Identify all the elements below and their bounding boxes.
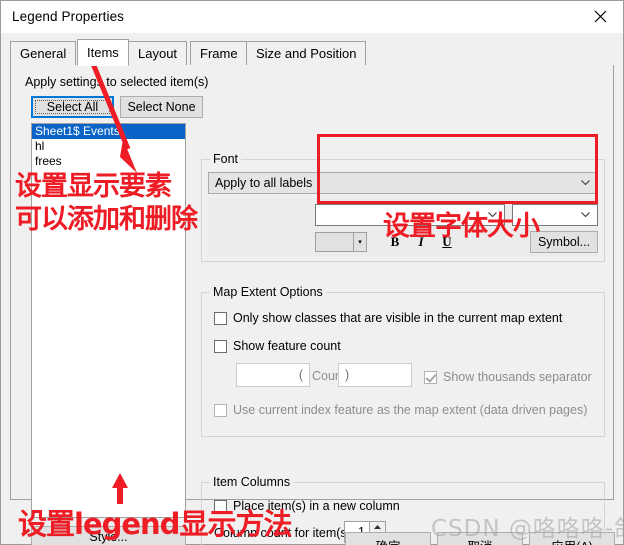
ok-button[interactable]: 确定 (345, 532, 431, 545)
checkbox-box (214, 339, 227, 353)
symbol-button-label: Symbol... (537, 235, 591, 249)
apply-to-labels-select[interactable]: Apply to all labels (208, 172, 598, 194)
checkbox-box (214, 403, 227, 417)
count-prefix-value: ( (298, 368, 303, 382)
count-prefix-input[interactable]: ( (236, 363, 310, 387)
chevron-down-icon (581, 180, 590, 186)
select-none-label: Select None (127, 100, 196, 114)
select-all-label: Select All (35, 100, 110, 114)
tab-size-and-position[interactable]: Size and Position (246, 41, 367, 66)
chevron-down-icon[interactable]: ▾ (354, 233, 366, 251)
font-name-select[interactable] (315, 204, 505, 226)
italic-button[interactable]: I (410, 231, 432, 253)
select-none-button[interactable]: Select None (120, 96, 203, 118)
tab-label: Size and Position (256, 46, 357, 61)
checkbox-box (214, 499, 227, 513)
bold-button[interactable]: B (384, 231, 406, 253)
title-bar: Legend Properties (1, 1, 623, 33)
apply-button-label: 应用(A) (551, 536, 593, 545)
tab-label: Items (87, 45, 119, 60)
italic-label: I (418, 234, 424, 249)
checkbox-box (424, 370, 437, 384)
show-thousands-separator-checkbox[interactable]: Show thousands separator (424, 370, 592, 384)
item-columns-group-title: Item Columns (210, 475, 294, 489)
symbol-button[interactable]: Symbol... (530, 231, 598, 253)
cancel-button-label: 取消 (467, 536, 492, 545)
count-suffix-input[interactable]: ) (338, 363, 412, 387)
place-in-new-column-checkbox[interactable]: Place item(s) in a new column (214, 499, 400, 513)
select-all-text: Select All (46, 100, 99, 114)
tab-label: Layout (138, 46, 178, 61)
list-item[interactable]: hl (32, 139, 185, 154)
tab-frame[interactable]: Frame (190, 41, 248, 66)
checkbox-box (214, 311, 227, 325)
apply-to-labels-value: Apply to all labels (215, 176, 313, 190)
font-color-button[interactable]: ▾ (315, 232, 367, 252)
font-group-title: Font (210, 152, 242, 166)
window-title: Legend Properties (12, 9, 125, 24)
use-index-feature-extent-checkbox[interactable]: Use current index feature as the map ext… (214, 403, 587, 417)
column-count-label: Column count for item(s) (214, 526, 351, 540)
apply-settings-label: Apply settings to selected item(s) (25, 75, 209, 89)
only-show-visible-classes-label: Only show classes that are visible in th… (233, 311, 563, 325)
underline-label: U (442, 234, 452, 249)
tab-label: General (20, 46, 67, 61)
tab-strip: General Items Layout Frame Size and Posi… (10, 39, 614, 66)
bold-label: B (390, 234, 400, 249)
chevron-down-icon (581, 212, 590, 218)
tab-items[interactable]: Items (77, 39, 129, 66)
close-icon[interactable] (578, 1, 623, 32)
list-item[interactable]: frees (32, 154, 185, 169)
select-all-button[interactable]: Select All (31, 96, 114, 118)
map-extent-options-group: Map Extent Options Only show classes tha… (201, 285, 605, 437)
ok-button-label: 确定 (375, 536, 400, 545)
chevron-down-icon (488, 212, 497, 218)
use-index-feature-extent-label: Use current index feature as the map ext… (233, 403, 588, 417)
items-tab-page: Apply settings to selected item(s) Selec… (10, 65, 614, 545)
style-button[interactable]: Style... (31, 526, 186, 545)
stepper-up-icon[interactable] (370, 522, 385, 533)
only-show-visible-classes-checkbox[interactable]: Only show classes that are visible in th… (214, 311, 562, 325)
font-group: Font Apply to all labels ▾ B I U Symbol.… (201, 152, 605, 262)
font-size-select[interactable] (512, 204, 598, 226)
list-item[interactable]: Sheet1$ Events (32, 124, 185, 139)
legend-properties-dialog: Legend Properties General Items Layout F… (0, 0, 624, 545)
style-button-label: Style... (89, 530, 128, 544)
map-extent-group-title: Map Extent Options (210, 285, 326, 299)
legend-items-listbox[interactable]: Sheet1$ Events hl frees (31, 123, 186, 518)
place-in-new-column-label: Place item(s) in a new column (233, 499, 400, 513)
show-feature-count-label: Show feature count (233, 339, 341, 353)
color-swatch (316, 233, 353, 251)
cancel-button[interactable]: 取消 (437, 532, 523, 545)
underline-button[interactable]: U (436, 231, 458, 253)
show-thousands-separator-label: Show thousands separator (443, 370, 592, 384)
count-suffix-value: ) (345, 368, 350, 382)
dialog-body: General Items Layout Frame Size and Posi… (1, 33, 623, 545)
tab-layout[interactable]: Layout (128, 41, 188, 66)
apply-button[interactable]: 应用(A) (529, 532, 615, 545)
show-feature-count-checkbox[interactable]: Show feature count (214, 339, 341, 353)
tab-label: Frame (200, 46, 238, 61)
tab-general[interactable]: General (10, 41, 77, 66)
